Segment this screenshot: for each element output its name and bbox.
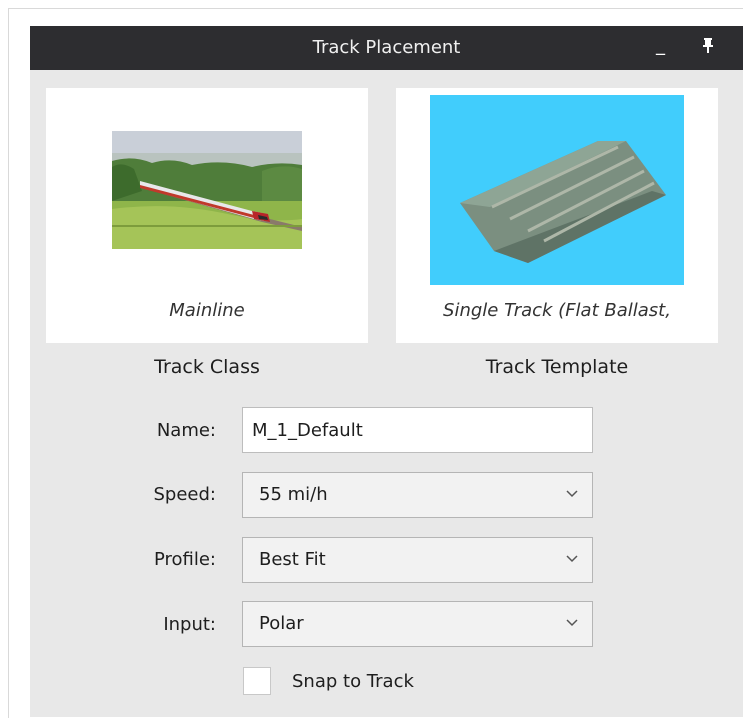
profile-select[interactable]: Best Fit <box>242 537 593 583</box>
speed-label: Speed: <box>153 484 217 505</box>
pin-button[interactable] <box>700 26 720 70</box>
title-bar[interactable]: Track Placement _ <box>30 26 743 70</box>
input-label: Input: <box>163 614 216 635</box>
profile-label: Profile: <box>153 549 216 570</box>
name-input[interactable] <box>242 407 593 453</box>
track-class-card[interactable]: Mainline <box>46 88 368 343</box>
track-template-thumbnail <box>430 95 684 285</box>
profile-value: Best Fit <box>259 549 326 570</box>
speed-value: 55 mi/h <box>259 484 328 505</box>
chevron-down-icon <box>566 619 578 627</box>
input-value: Polar <box>259 613 304 634</box>
track-class-thumbnail <box>112 131 302 249</box>
track-template-label: Track Template <box>485 356 629 378</box>
pin-icon <box>703 38 713 53</box>
snap-to-track-checkbox[interactable] <box>243 667 271 695</box>
minimize-button[interactable]: _ <box>656 26 676 70</box>
input-select[interactable]: Polar <box>242 601 593 647</box>
track-class-label: Track Class <box>154 356 260 378</box>
snap-to-track-label[interactable]: Snap to Track <box>292 667 414 697</box>
track-class-caption: Mainline <box>169 300 245 321</box>
track-template-card[interactable]: Single Track (Flat Ballast, <box>396 88 718 343</box>
chevron-down-icon <box>566 555 578 563</box>
track-template-caption: Single Track (Flat Ballast, <box>443 300 671 321</box>
panel-title: Track Placement <box>312 37 461 58</box>
speed-select[interactable]: 55 mi/h <box>242 472 593 518</box>
chevron-down-icon <box>566 490 578 498</box>
name-label: Name: <box>156 420 216 441</box>
